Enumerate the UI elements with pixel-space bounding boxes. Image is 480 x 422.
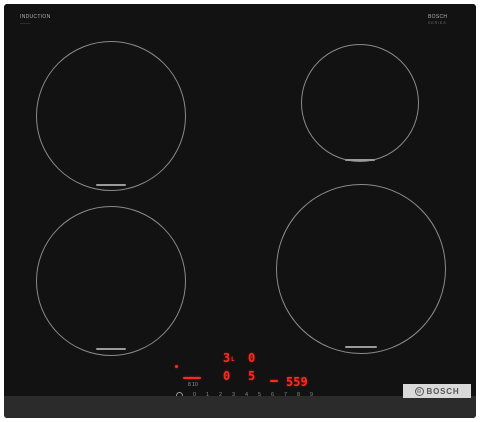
zone-marker-rear-right bbox=[345, 159, 375, 161]
brand-series-sublabel: S E R I E S bbox=[428, 21, 446, 25]
timer-display: 559 bbox=[286, 375, 308, 389]
zone-marker-rear-left bbox=[96, 184, 126, 186]
induction-hob: INDUCTION ——— BOSCH S E R I E S 3 L 0 0 … bbox=[4, 4, 476, 418]
brand-plate: ⊖ BOSCH bbox=[403, 384, 471, 398]
zone-marker-front-left bbox=[96, 348, 126, 350]
cooking-zone-rear-left[interactable] bbox=[36, 41, 186, 191]
cooking-zone-rear-right[interactable] bbox=[301, 44, 419, 162]
rear-left-level-display: 3 bbox=[223, 351, 231, 365]
induction-label: INDUCTION bbox=[20, 14, 51, 20]
cooking-zone-front-left[interactable] bbox=[36, 206, 186, 356]
front-right-level-display: 5 bbox=[248, 369, 256, 383]
brand-series-label: BOSCH bbox=[428, 14, 448, 20]
timer-indicator bbox=[270, 380, 278, 382]
rear-left-level-sub: L bbox=[231, 356, 235, 363]
zone-marker-front-right bbox=[345, 346, 377, 348]
rear-right-level-display: 0 bbox=[248, 351, 256, 365]
induction-sublabel: ——— bbox=[20, 21, 31, 25]
cooking-zone-front-right[interactable] bbox=[276, 184, 446, 354]
hob-frame bbox=[4, 396, 476, 418]
active-zone-indicator bbox=[183, 377, 201, 379]
bosch-logo-icon: ⊖ bbox=[414, 386, 424, 396]
status-indicator bbox=[175, 365, 178, 368]
brand-name: BOSCH bbox=[426, 386, 460, 396]
front-left-level-display: 0 bbox=[223, 369, 231, 383]
timer-label: 8 10 bbox=[188, 382, 198, 388]
